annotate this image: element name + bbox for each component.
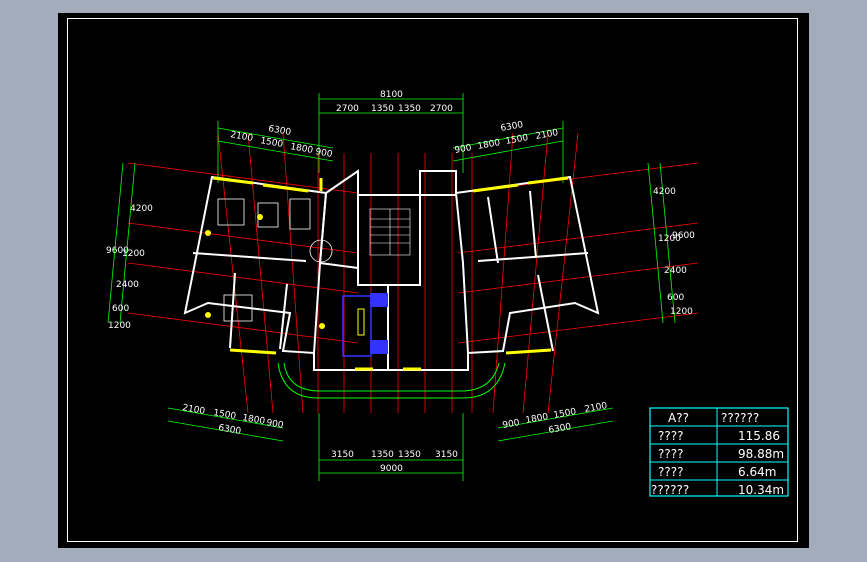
balcony-outline-inner <box>283 362 500 392</box>
dim-top-part: 2700 <box>430 104 453 114</box>
dim-top-part: 2700 <box>336 104 359 114</box>
dim-top-part: 1350 <box>398 104 421 114</box>
dim-bottom-part: 3150 <box>331 450 354 460</box>
dim-left-lower-part: 900 <box>265 418 284 431</box>
dim-right-side: 4200 <box>653 187 676 197</box>
dim-left-upper-part: 2100 <box>229 130 254 144</box>
dim-left-side: 1200 <box>108 321 131 331</box>
table-cell: ???? <box>658 465 683 479</box>
dim-right-upper-part: 2100 <box>535 128 560 142</box>
coffee-table-icon <box>357 308 365 336</box>
dim-right-lower-part: 2100 <box>584 401 609 415</box>
fixture-icon <box>205 230 211 236</box>
dim-right-lower-total: 6300 <box>548 422 573 436</box>
dim-left-lower-total: 6300 <box>217 423 242 437</box>
drawing-canvas: 8100 2700 1350 1350 2700 6300 2100 1500 … <box>58 13 809 548</box>
dim-left-lower-part: 1500 <box>212 408 237 422</box>
dim-left-lower-part: 1800 <box>241 413 266 427</box>
dim-right-side: 2400 <box>664 266 687 276</box>
dim-left-side: 1200 <box>122 249 145 259</box>
area-table: A?? ?????? ???? 115.86 ???? 98.88m ???? … <box>649 407 789 497</box>
furniture <box>205 198 388 357</box>
dim-right-lower-part: 1800 <box>525 412 550 426</box>
stair-lines <box>369 208 411 256</box>
table-header-cell: A?? <box>668 411 689 425</box>
table-cell: 6.64m <box>738 465 776 479</box>
fixture-icon <box>257 214 263 220</box>
floor-plan: 8100 2700 1350 1350 2700 6300 2100 1500 … <box>106 90 789 497</box>
dim-right-lower-part: 1500 <box>553 407 578 421</box>
balcony-outline <box>277 362 506 399</box>
table-cell: ???? <box>658 429 683 443</box>
dim-left-side: 2400 <box>116 280 139 290</box>
dim-right-upper-part: 1800 <box>477 138 502 152</box>
sofa-icon <box>342 295 372 357</box>
bed-icon <box>217 198 245 226</box>
table-cell: 10.34m <box>738 483 784 497</box>
table-cell: ?????? <box>651 483 689 497</box>
dim-right-upper-part: 1500 <box>505 133 530 147</box>
dim-right-side: 600 <box>667 293 684 303</box>
dim-left-side: 600 <box>112 304 129 314</box>
table-header-cell: ?????? <box>721 411 759 425</box>
dimension-labels: 8100 2700 1350 1350 2700 6300 2100 1500 … <box>106 90 695 474</box>
dim-right-side: 1200 <box>670 307 693 317</box>
dim-top-total: 8100 <box>380 90 403 100</box>
dim-left-side: 4200 <box>130 204 153 214</box>
armchair-icon <box>370 340 388 354</box>
dimension-lines <box>107 93 676 481</box>
armchair-icon <box>370 293 388 307</box>
dim-right-lower-part: 900 <box>502 418 521 431</box>
fixture-icon <box>205 312 211 318</box>
dim-top-part: 1350 <box>371 104 394 114</box>
dim-left-upper-total: 6300 <box>267 124 292 138</box>
dim-left-lower-part: 2100 <box>181 403 206 417</box>
table-cell: ???? <box>658 447 683 461</box>
dim-right-upper-total: 6300 <box>500 120 525 134</box>
dim-bottom-total: 9000 <box>380 464 403 474</box>
dim-bottom-part: 1350 <box>371 450 394 460</box>
kitchen-counter-icon <box>289 198 311 230</box>
dim-right-side: 9600 <box>672 231 695 241</box>
table-cell: 115.86 <box>738 429 780 443</box>
fixture-icon <box>319 323 325 329</box>
dim-bottom-part: 1350 <box>398 450 421 460</box>
table-cell: 98.88m <box>738 447 784 461</box>
dim-right-upper-part: 900 <box>454 143 473 156</box>
dim-left-upper-part: 1500 <box>259 136 284 150</box>
dim-bottom-part: 3150 <box>435 450 458 460</box>
